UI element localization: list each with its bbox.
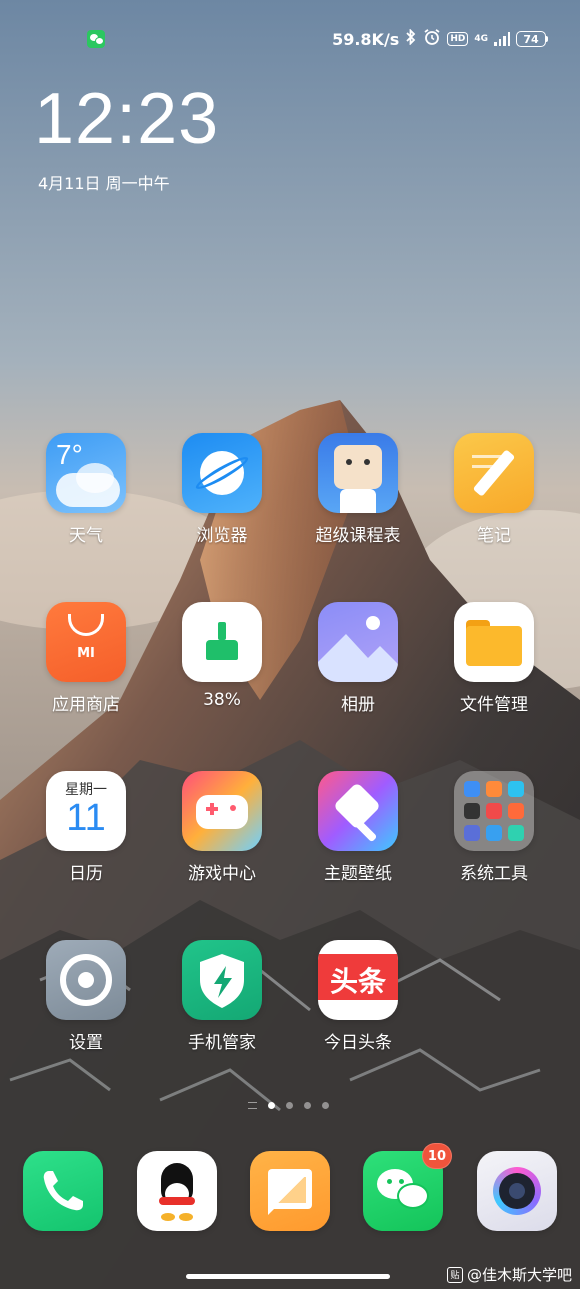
page-dot-3[interactable] — [304, 1102, 311, 1109]
app-label: 应用商店 — [52, 695, 120, 715]
calendar-weekday: 星期一 — [65, 782, 107, 798]
app-label: 手机管家 — [188, 1033, 256, 1053]
security-icon — [182, 940, 262, 1020]
home-indicator[interactable] — [186, 1274, 390, 1279]
bluetooth-icon — [405, 28, 417, 49]
dock-camera[interactable] — [462, 1151, 572, 1231]
dock-wechat[interactable]: 10 — [348, 1143, 458, 1231]
app-label: 日历 — [69, 864, 103, 884]
battery-icon: 74 — [516, 31, 548, 47]
signal-icon — [494, 32, 510, 46]
app-label: 天气 — [69, 526, 103, 546]
app-toutiao[interactable]: 头条 今日头条 — [303, 940, 413, 1053]
app-cleaner[interactable]: 38% — [167, 602, 277, 710]
app-store-mi-text: MI — [77, 646, 95, 661]
alarm-icon — [423, 28, 441, 50]
app-game-center[interactable]: 游戏中心 — [167, 771, 277, 884]
page-dot-4[interactable] — [322, 1102, 329, 1109]
weather-temp: 7° — [56, 439, 83, 470]
cleaner-icon — [182, 602, 262, 682]
app-label: 今日头条 — [324, 1033, 392, 1053]
notes-icon — [454, 433, 534, 513]
gallery-icon — [318, 602, 398, 682]
dock-phone[interactable] — [8, 1151, 118, 1231]
app-store[interactable]: MI 应用商店 — [31, 602, 141, 715]
folder-system-tools[interactable]: 系统工具 — [439, 771, 549, 884]
page-indicator[interactable] — [248, 1102, 329, 1109]
page-indicator-minus-one[interactable] — [248, 1102, 257, 1109]
settings-icon — [46, 940, 126, 1020]
browser-icon — [182, 433, 262, 513]
app-label: 文件管理 — [460, 695, 528, 715]
battery-level: 74 — [516, 31, 546, 47]
qq-icon — [137, 1151, 217, 1231]
page-dot-1[interactable] — [268, 1102, 275, 1109]
file-manager-icon — [454, 602, 534, 682]
app-label: 38% — [203, 690, 241, 710]
clock-date[interactable]: 4月11日 周一中午 — [38, 170, 170, 194]
themes-icon — [318, 771, 398, 851]
watermark-text: @佳木斯大学吧 — [466, 1266, 572, 1284]
dock-messages[interactable] — [235, 1151, 345, 1231]
app-security[interactable]: 手机管家 — [167, 940, 277, 1053]
dock-qq[interactable] — [122, 1151, 232, 1231]
app-label: 主题壁纸 — [324, 864, 392, 884]
app-label: 系统工具 — [460, 864, 528, 884]
calendar-icon: 星期一 11 — [46, 771, 126, 851]
app-calendar[interactable]: 星期一 11 日历 — [31, 771, 141, 884]
watermark: 贴 @佳木斯大学吧 — [446, 1264, 572, 1285]
app-label: 笔记 — [477, 526, 511, 546]
page-dot-2[interactable] — [286, 1102, 293, 1109]
app-store-icon: MI — [46, 602, 126, 682]
app-label: 浏览器 — [196, 526, 248, 546]
net-speed: 59.8K/s — [332, 29, 400, 49]
wechat-unread-badge: 10 — [421, 1143, 452, 1169]
app-file-manager[interactable]: 文件管理 — [439, 602, 549, 715]
network-type: 4G — [474, 33, 488, 44]
app-class-schedule[interactable]: 超级课程表 — [303, 433, 413, 546]
camera-icon — [477, 1151, 557, 1231]
app-label: 超级课程表 — [315, 526, 401, 546]
class-schedule-icon — [318, 433, 398, 513]
weather-icon: 7° — [46, 433, 126, 513]
app-settings[interactable]: 设置 — [31, 940, 141, 1053]
app-weather[interactable]: 7° 天气 — [31, 433, 141, 546]
tieba-logo-icon: 贴 — [446, 1266, 463, 1283]
app-label: 设置 — [69, 1033, 103, 1053]
status-right-cluster: 59.8K/s HD 4G 74 — [332, 28, 548, 50]
app-label: 相册 — [341, 695, 375, 715]
app-browser[interactable]: 浏览器 — [167, 433, 277, 546]
game-center-icon — [182, 771, 262, 851]
toutiao-icon: 头条 — [318, 940, 398, 1020]
calendar-day: 11 — [66, 797, 106, 839]
wechat-notification-icon — [87, 30, 105, 48]
app-notes[interactable]: 笔记 — [439, 433, 549, 546]
phone-icon — [23, 1151, 103, 1231]
app-gallery[interactable]: 相册 — [303, 602, 413, 715]
app-label: 游戏中心 — [188, 864, 256, 884]
app-themes[interactable]: 主题壁纸 — [303, 771, 413, 884]
status-bar: 59.8K/s HD 4G 74 — [0, 26, 580, 54]
hd-icon: HD — [447, 32, 469, 46]
toutiao-icon-text: 头条 — [329, 965, 386, 998]
messages-icon — [250, 1151, 330, 1231]
system-tools-folder-icon — [454, 771, 534, 851]
clock-time[interactable]: 12:23 — [34, 78, 219, 160]
